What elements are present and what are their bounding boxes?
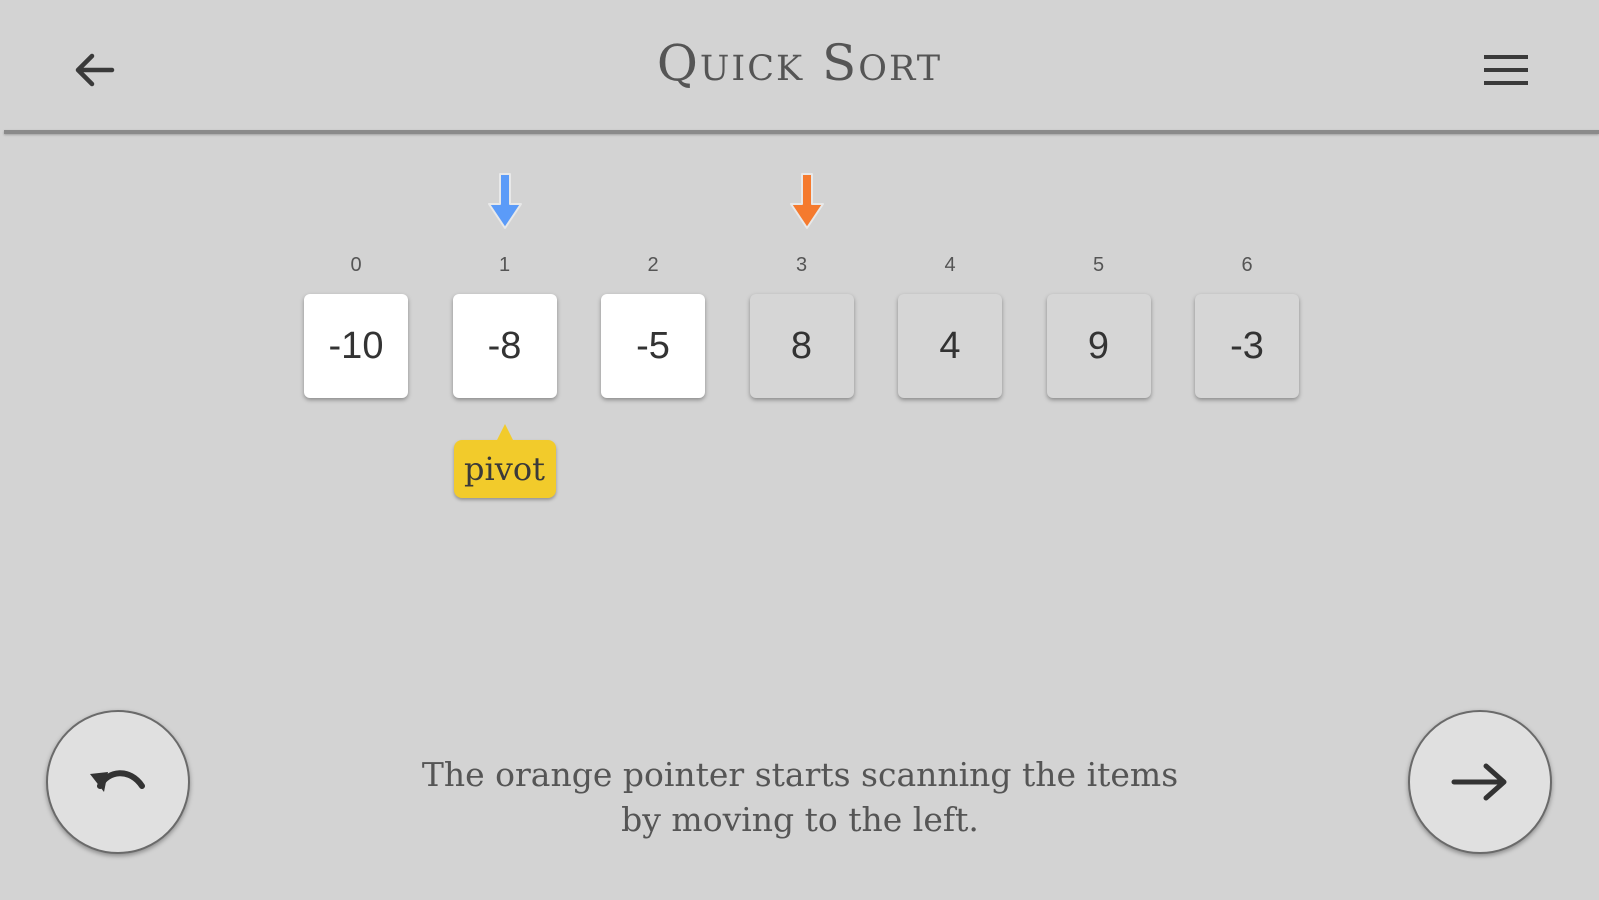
arrow-right-icon [1451,763,1507,801]
array-index: 4 [944,254,956,276]
step-description-line: by moving to the left. [621,800,979,839]
header-divider [4,130,1599,134]
array-index: 5 [1092,254,1105,276]
array-index: 6 [1241,254,1253,276]
array-index: 0 [350,254,362,276]
orange-pointer-arrow-icon [789,173,824,229]
header: Quick Sort [0,0,1599,134]
hamburger-menu-icon [1484,55,1528,85]
array-cell: -5 [601,294,705,398]
page-title: Quick Sort [656,34,943,92]
pivot-label: pivot [453,424,556,498]
array-cell: 8 [749,294,854,398]
step-description: The orange pointer starts scanning the i… [380,752,1220,842]
array-cell: -10 [304,294,408,398]
array-cell: -3 [1195,294,1299,398]
step-description-line: The orange pointer starts scanning the i… [421,755,1179,794]
array-index: 1 [498,254,511,276]
next-step-button[interactable] [1408,710,1552,854]
undo-icon [90,770,145,792]
array-index: 2 [647,254,659,276]
array-index: 3 [795,254,808,276]
array-cell: -8 [452,294,557,398]
menu-button[interactable] [1478,44,1534,96]
blue-pointer-arrow-icon [487,173,522,229]
array-cell: 9 [1046,294,1151,398]
array-cell: 4 [898,294,1002,398]
undo-button[interactable] [46,710,190,854]
app: Quick Sort 0 1 2 3 4 5 6 -10 -8 -5 8 4 9… [0,0,1599,900]
